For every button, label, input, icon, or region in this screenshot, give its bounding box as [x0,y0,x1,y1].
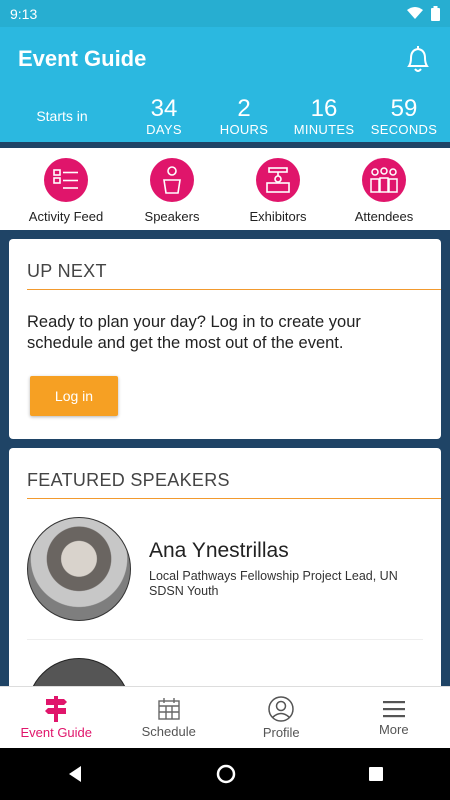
countdown-starts-in: Starts in [36,108,88,124]
list-divider [27,639,423,640]
title-underline [27,498,441,499]
countdown-minutes-label: MINUTES [293,121,355,137]
featured-speakers-card: FEATURED SPEAKERS Ana Ynestrillas Local … [9,448,441,762]
speaker-role: Local Pathways Fellowship Project Lead, … [149,569,398,598]
countdown-minutes: 16 MINUTES [284,94,364,137]
quicknav-speakers[interactable]: Speakers [119,148,225,230]
speaker-list-item[interactable]: Ana Ynestrillas Local Pathways Fellowshi… [27,517,427,637]
countdown-hours-value: 2 [237,94,251,122]
back-icon[interactable] [65,764,85,784]
status-time: 9:13 [10,5,38,22]
countdown-seconds-value: 59 [390,94,418,122]
title-underline [27,289,441,290]
battery-icon [431,6,440,21]
status-bar: 9:13 [0,0,450,27]
attendees-group-icon [362,158,406,202]
bottom-nav-label: Profile [262,724,300,740]
calendar-icon [158,697,180,720]
avatar [27,517,131,621]
system-navigation-bar [0,748,450,800]
bottom-nav-label: More [378,721,409,737]
speaker-podium-icon [150,158,194,202]
bottom-nav-event-guide[interactable]: Event Guide [0,687,113,748]
countdown-days-label: DAYS [146,121,182,137]
featured-speakers-title: FEATURED SPEAKERS [27,470,230,490]
speaker-name: Ana Ynestrillas [149,539,289,562]
countdown-seconds-label: SECONDS [370,121,438,137]
login-button[interactable]: Log in [30,376,118,416]
app-header: Event Guide [0,27,450,90]
quicknav-label: Activity Feed [28,209,104,224]
exhibitor-booth-icon [256,158,300,202]
quicknav-label: Exhibitors [249,209,307,224]
quick-nav: Activity Feed Speakers Exhibitors Attend… [0,148,450,230]
bottom-nav: Event Guide Schedule Profile More [0,686,450,748]
event-countdown: Starts in 34 DAYS 2 HOURS 16 MINUTES 59 … [0,90,450,142]
signpost-icon [45,695,68,722]
recents-icon[interactable] [367,765,385,783]
quicknav-exhibitors[interactable]: Exhibitors [225,148,331,230]
bottom-nav-schedule[interactable]: Schedule [113,687,226,748]
up-next-title: UP NEXT [27,261,107,281]
countdown-days-value: 34 [150,94,178,122]
speaker-info: Ana Ynestrillas Local Pathways Fellowshi… [149,517,419,637]
countdown-minutes-value: 16 [310,94,338,122]
countdown-hours-label: HOURS [219,121,269,137]
menu-icon [382,700,405,717]
page-title: Event Guide [18,45,147,71]
bottom-nav-label: Schedule [141,723,196,739]
bottom-nav-profile[interactable]: Profile [225,687,338,748]
quicknav-attendees[interactable]: Attendees [331,148,437,230]
up-next-card: UP NEXT Ready to plan your day? Log in t… [9,239,441,439]
countdown-hours: 2 HOURS [204,94,284,137]
quicknav-label: Attendees [354,209,414,224]
countdown-days: 34 DAYS [124,94,204,137]
bottom-nav-more[interactable]: More [338,687,450,748]
quicknav-label: Speakers [144,209,200,224]
up-next-message: Ready to plan your day? Log in to create… [27,313,361,352]
bottom-nav-label: Event Guide [20,724,93,740]
activity-feed-icon [44,158,88,202]
status-icons [407,6,440,21]
profile-icon [268,695,294,722]
home-icon[interactable] [215,763,237,785]
bell-icon[interactable] [404,44,432,74]
countdown-seconds: 59 SECONDS [364,94,444,137]
wifi-icon [407,7,423,19]
quicknav-activity-feed[interactable]: Activity Feed [13,148,119,230]
